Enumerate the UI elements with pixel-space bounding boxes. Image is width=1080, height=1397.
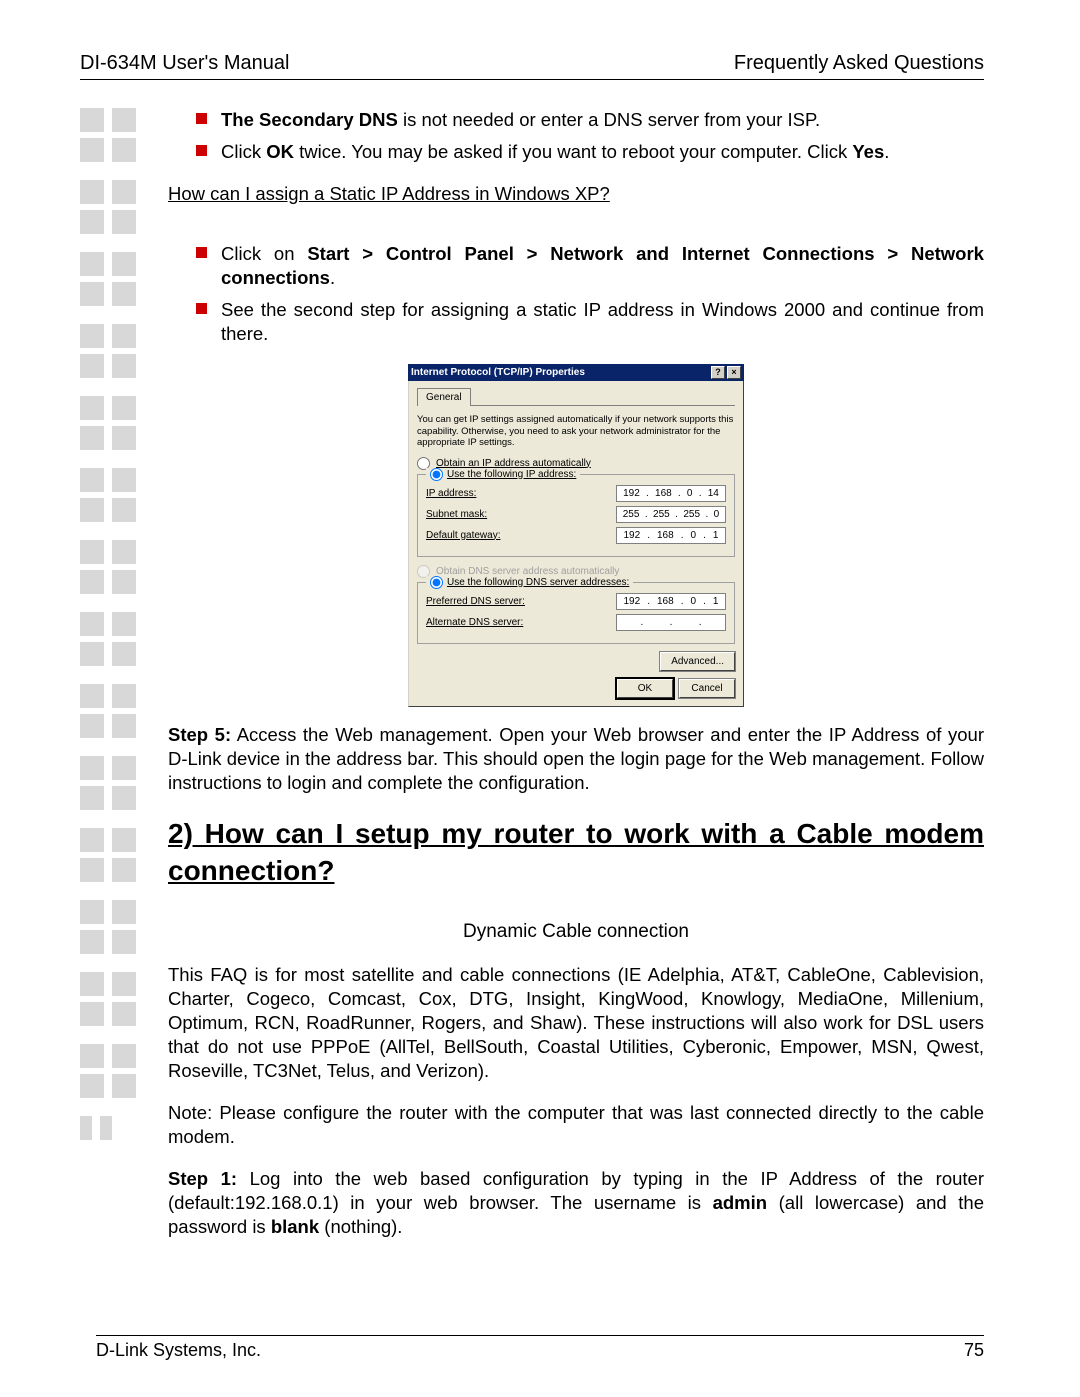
text: . <box>330 267 335 288</box>
subnet-mask-row: Subnet mask: 255. 255. 255. 0 <box>426 506 726 523</box>
default-gateway-label: Default gateway: <box>426 529 616 542</box>
header-right: Frequently Asked Questions <box>734 52 984 75</box>
text: (nothing). <box>319 1216 402 1237</box>
bold-text: Start > Control Panel > Network and Inte… <box>221 243 984 288</box>
subnet-mask-label: Subnet mask: <box>426 508 616 521</box>
advanced-button[interactable]: Advanced... <box>660 652 735 671</box>
bullet-start-path: Click on Start > Control Panel > Network… <box>196 242 984 290</box>
second-bullet-list: Click on Start > Control Panel > Network… <box>196 242 984 346</box>
advanced-row: Advanced... <box>417 652 735 671</box>
tab-general[interactable]: General <box>417 388 471 406</box>
radio-label: Use the following IP address: <box>447 469 576 480</box>
tcpip-properties-dialog: Internet Protocol (TCP/IP) Properties ? … <box>408 364 744 706</box>
header-left: DI-634M User's Manual <box>80 52 289 75</box>
footer-page-number: 75 <box>964 1340 984 1361</box>
bullet-icon <box>196 113 207 124</box>
step-label: Step 1: <box>168 1168 237 1189</box>
close-button[interactable]: × <box>727 366 741 379</box>
alternate-dns-input[interactable]: . . . <box>616 614 726 631</box>
page-footer: D-Link Systems, Inc. 75 <box>96 1335 984 1361</box>
note-paragraph: Note: Please configure the router with t… <box>168 1101 984 1149</box>
text: Click on <box>221 243 307 264</box>
preferred-dns-label: Preferred DNS server: <box>426 595 616 608</box>
bold-text: admin <box>713 1192 767 1213</box>
tcpip-dialog-wrap: Internet Protocol (TCP/IP) Properties ? … <box>168 364 984 706</box>
cancel-button[interactable]: Cancel <box>679 679 735 698</box>
bold-text: OK <box>266 141 294 162</box>
content-area: The Secondary DNS is not needed or enter… <box>80 108 984 1253</box>
bullet-icon <box>196 303 207 314</box>
bullet-text-content: is not needed or enter a DNS server from… <box>398 109 820 130</box>
radio-input[interactable] <box>430 576 443 589</box>
bullet-icon <box>196 145 207 156</box>
help-button[interactable]: ? <box>711 366 725 379</box>
bullet-see-second-step: See the second step for assigning a stat… <box>196 298 984 346</box>
ip-settings-group: Use the following IP address: IP address… <box>417 474 735 557</box>
radio-label: Use the following DNS server addresses: <box>447 577 629 588</box>
faq-providers-paragraph: This FAQ is for most satellite and cable… <box>168 963 984 1083</box>
sub-question-xp: How can I assign a Static IP Address in … <box>168 182 984 206</box>
bold-text: The Secondary DNS <box>221 109 398 130</box>
radio-input[interactable] <box>430 468 443 481</box>
dialog-titlebar: Internet Protocol (TCP/IP) Properties ? … <box>408 364 744 381</box>
ip-address-row: IP address: 192. 168. 0. 14 <box>426 485 726 502</box>
ip-address-input[interactable]: 192. 168. 0. 14 <box>616 485 726 502</box>
main-content: The Secondary DNS is not needed or enter… <box>168 108 984 1253</box>
alternate-dns-label: Alternate DNS server: <box>426 616 616 629</box>
alternate-dns-row: Alternate DNS server: . . . <box>426 614 726 631</box>
ip-address-label: IP address: <box>426 487 616 500</box>
bold-text: Yes <box>852 141 884 162</box>
bullet-click-ok: Click OK twice. You may be asked if you … <box>196 140 984 164</box>
decorative-sidebar <box>80 108 138 1253</box>
bullet-icon <box>196 247 207 258</box>
default-gateway-row: Default gateway: 192. 168. 0. 1 <box>426 527 726 544</box>
dialog-description: You can get IP settings assigned automat… <box>417 414 735 448</box>
text: Click <box>221 141 266 162</box>
preferred-dns-input[interactable]: 192. 168. 0. 1 <box>616 593 726 610</box>
step-text: Access the Web management. Open your Web… <box>168 724 984 793</box>
bold-text: blank <box>271 1216 319 1237</box>
step-label: Step 5: <box>168 724 231 745</box>
step-1: Step 1: Log into the web based configura… <box>168 1167 984 1239</box>
bullet-secondary-dns: The Secondary DNS is not needed or enter… <box>196 108 984 132</box>
step-5: Step 5: Access the Web management. Open … <box>168 723 984 795</box>
dns-settings-group: Use the following DNS server addresses: … <box>417 582 735 644</box>
preferred-dns-row: Preferred DNS server: 192. 168. 0. 1 <box>426 593 726 610</box>
dialog-title: Internet Protocol (TCP/IP) Properties <box>411 366 709 379</box>
question-2-title: 2) How can I setup my router to work wit… <box>168 815 984 891</box>
page-header: DI-634M User's Manual Frequently Asked Q… <box>80 52 984 80</box>
tab-strip: General <box>417 387 735 406</box>
text: . <box>884 141 889 162</box>
dialog-button-row: OK Cancel <box>417 679 735 698</box>
radio-use-following-dns[interactable]: Use the following DNS server addresses: <box>426 576 633 589</box>
ok-button[interactable]: OK <box>617 679 673 698</box>
dialog-body: General You can get IP settings assigned… <box>408 381 744 706</box>
radio-use-following-ip[interactable]: Use the following IP address: <box>426 468 580 481</box>
top-bullet-list: The Secondary DNS is not needed or enter… <box>196 108 984 164</box>
manual-page: DI-634M User's Manual Frequently Asked Q… <box>0 0 1080 1397</box>
footer-company: D-Link Systems, Inc. <box>96 1340 261 1361</box>
dynamic-cable-subheading: Dynamic Cable connection <box>168 920 984 945</box>
default-gateway-input[interactable]: 192. 168. 0. 1 <box>616 527 726 544</box>
text: twice. You may be asked if you want to r… <box>294 141 852 162</box>
subnet-mask-input[interactable]: 255. 255. 255. 0 <box>616 506 726 523</box>
